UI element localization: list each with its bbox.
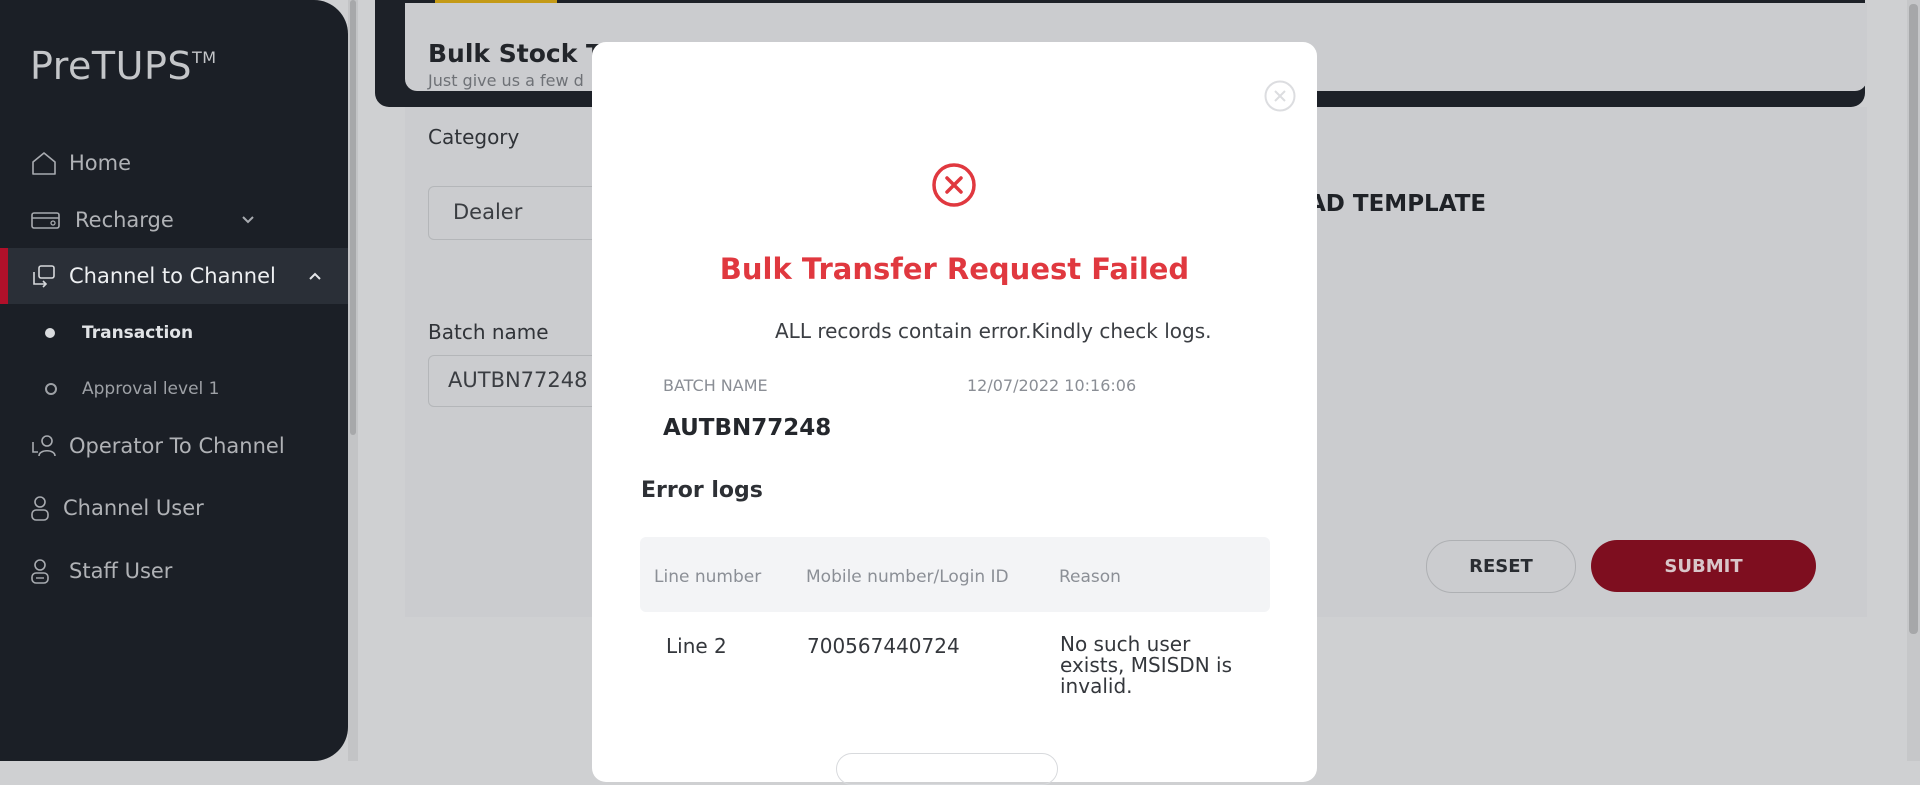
batch-name-caption: BATCH NAME bbox=[663, 376, 768, 395]
dialog-message: ALL records contain error.Kindly check l… bbox=[775, 319, 1212, 343]
sidebar-item-label: Channel User bbox=[63, 496, 204, 520]
user-icon bbox=[31, 496, 49, 521]
sidebar-subitem-approval-level-1[interactable]: Approval level 1 bbox=[0, 369, 348, 409]
cell-line-number: Line 2 bbox=[666, 634, 727, 658]
cell-mobile-number: 700567440724 bbox=[807, 634, 960, 658]
error-logs-heading: Error logs bbox=[641, 478, 763, 503]
sidebar-item-recharge[interactable]: Recharge bbox=[0, 192, 348, 248]
cell-reason: No such user exists, MSISDN is invalid. bbox=[1060, 632, 1232, 698]
close-icon[interactable] bbox=[1264, 80, 1296, 112]
selected-dot-icon bbox=[45, 328, 55, 338]
chevron-down-icon[interactable] bbox=[241, 213, 255, 227]
sidebar-item-channel-to-channel[interactable]: Channel to Channel bbox=[0, 248, 348, 304]
sidebar-subitem-label: Transaction bbox=[82, 323, 194, 343]
sidebar-item-label: Recharge bbox=[75, 208, 174, 232]
column-header-line-number: Line number bbox=[654, 567, 762, 587]
logo-text: PreTUPS bbox=[30, 44, 192, 88]
sidebar-item-home[interactable]: Home bbox=[0, 135, 348, 191]
sidebar-item-channel-user[interactable]: Channel User bbox=[0, 480, 348, 536]
submit-button[interactable]: SUBMIT bbox=[1591, 540, 1816, 592]
column-header-reason: Reason bbox=[1059, 567, 1121, 587]
batch-name-label: Batch name bbox=[428, 320, 549, 344]
chevron-up-icon[interactable] bbox=[308, 269, 322, 283]
sidebar-item-label: Channel to Channel bbox=[69, 264, 276, 288]
sidebar-item-label: Staff User bbox=[69, 559, 173, 583]
page-subtitle: Just give us a few d bbox=[428, 71, 584, 90]
sidebar-item-label: Home bbox=[69, 151, 132, 175]
dialog-title: Bulk Transfer Request Failed bbox=[719, 252, 1190, 286]
sidebar-item-staff-user[interactable]: Staff User bbox=[0, 543, 348, 599]
logo-tm: TM bbox=[191, 48, 217, 67]
header-accent bbox=[435, 0, 557, 3]
sidebar-subitem-transaction[interactable]: Transaction bbox=[0, 313, 348, 353]
error-circle-icon bbox=[932, 163, 976, 207]
reset-button[interactable]: RESET bbox=[1426, 540, 1576, 593]
dialog-action-button[interactable] bbox=[836, 753, 1058, 785]
batch-timestamp: 12/07/2022 10:16:06 bbox=[967, 376, 1137, 395]
page-scrollbar-thumb[interactable] bbox=[1909, 4, 1918, 634]
home-icon bbox=[32, 152, 56, 175]
recharge-icon bbox=[31, 212, 60, 229]
unselected-dot-icon bbox=[45, 383, 57, 395]
category-label: Category bbox=[428, 125, 520, 149]
column-header-mobile: Mobile number/Login ID bbox=[806, 567, 1009, 587]
sidebar-item-operator-to-channel[interactable]: Operator To Channel bbox=[0, 418, 348, 474]
download-template-link[interactable]: AD TEMPLATE bbox=[1308, 191, 1486, 217]
sidebar-item-label: Operator To Channel bbox=[69, 434, 285, 458]
category-value: Dealer bbox=[453, 200, 523, 224]
sidebar: PreTUPSTM Home Recharge Channel to Chann… bbox=[0, 0, 348, 761]
app-logo: PreTUPSTM bbox=[30, 44, 217, 88]
batch-name-value: AUTBN77248 bbox=[448, 368, 588, 392]
sidebar-subitem-label: Approval level 1 bbox=[82, 379, 220, 399]
channel-transfer-icon bbox=[33, 265, 55, 288]
sidebar-scrollbar-thumb[interactable] bbox=[350, 0, 356, 435]
dialog-batch-name: AUTBN77248 bbox=[663, 415, 832, 441]
staff-user-icon bbox=[31, 559, 49, 584]
operator-transfer-icon bbox=[32, 435, 56, 457]
